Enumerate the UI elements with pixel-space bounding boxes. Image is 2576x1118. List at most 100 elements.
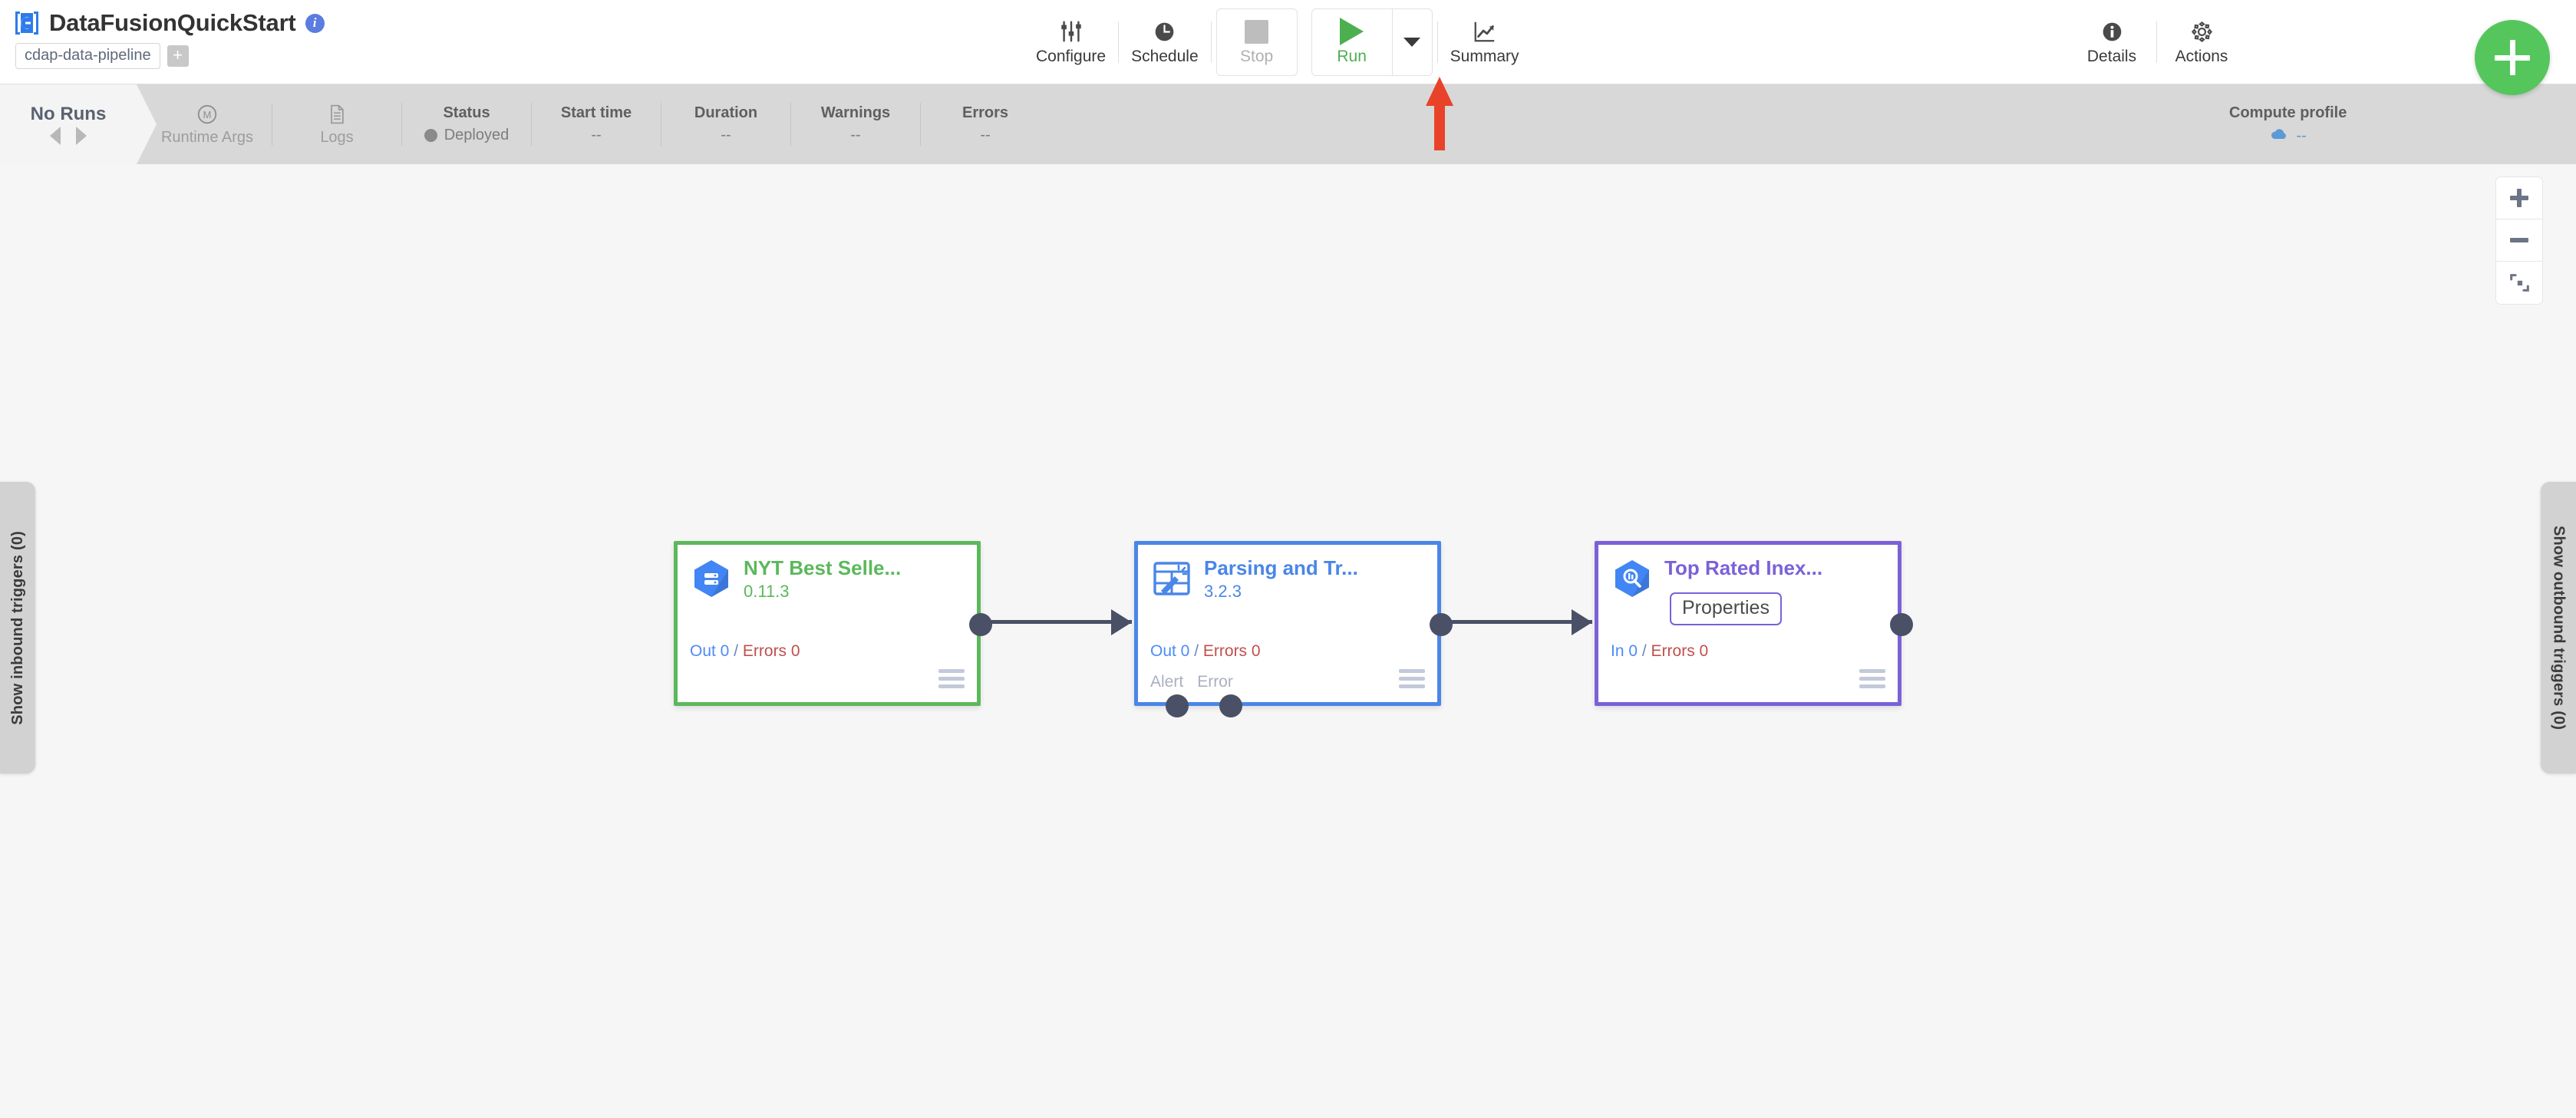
stop-button[interactable]: Stop bbox=[1217, 9, 1297, 75]
sliders-icon bbox=[1059, 18, 1084, 45]
node-version: 3.2.3 bbox=[1204, 581, 1242, 601]
node-name: NYT Best Selle... bbox=[744, 557, 902, 579]
properties-tooltip[interactable]: Properties bbox=[1670, 592, 1782, 625]
status-divider bbox=[920, 103, 921, 146]
node-version: 0.11.3 bbox=[744, 581, 790, 601]
macro-m-icon: M bbox=[196, 102, 219, 127]
node-alert-port[interactable] bbox=[1166, 694, 1189, 717]
details-button[interactable]: Details bbox=[2072, 9, 2152, 75]
toolbar-right-cluster: Details Actions bbox=[2072, 0, 2241, 84]
hamburger-menu-icon[interactable] bbox=[1859, 669, 1885, 688]
node-name: Top Rated Inex... bbox=[1664, 557, 1823, 579]
pipeline-node-sink[interactable]: Top Rated Inex... Properties In 0 / Erro… bbox=[1595, 541, 1913, 706]
node-metric-out: Out 0 bbox=[1150, 642, 1190, 660]
zoom-out-button[interactable] bbox=[2496, 219, 2542, 262]
status-field-duration: Duration -- bbox=[669, 84, 783, 164]
compute-profile-header: Compute profile bbox=[2229, 104, 2347, 121]
errors-value: -- bbox=[980, 127, 991, 143]
pipeline-node-source[interactable]: NYT Best Selle... 0.11.3 Out 0 / Errors … bbox=[674, 541, 992, 706]
status-field-warnings: Warnings -- bbox=[799, 84, 912, 164]
node-metric-sep: / bbox=[1189, 642, 1203, 660]
status-field-status: Status Deployed bbox=[410, 84, 523, 164]
node-name: Parsing and Tr... bbox=[1204, 557, 1358, 579]
pipeline-node-transform[interactable]: Parsing and Tr... 3.2.3 Out 0 / Errors 0… bbox=[1134, 541, 1453, 717]
runs-tab: No Runs bbox=[0, 84, 157, 164]
compute-profile[interactable]: Compute profile -- bbox=[2229, 84, 2347, 164]
add-tag-button[interactable]: + bbox=[167, 45, 189, 67]
node-metrics: In 0 / Errors 0 bbox=[1611, 642, 1708, 661]
warnings-header: Warnings bbox=[820, 104, 891, 121]
node-metric-sep: / bbox=[1638, 642, 1651, 660]
node-output-port[interactable] bbox=[969, 613, 992, 636]
inbound-triggers-label: Show inbound triggers (0) bbox=[8, 530, 26, 725]
compute-profile-value-row: -- bbox=[2270, 127, 2307, 145]
zoom-in-button[interactable] bbox=[2496, 177, 2542, 219]
fit-to-screen-button[interactable] bbox=[2496, 262, 2542, 304]
stop-square-icon bbox=[1245, 18, 1269, 45]
alert-port-label: Alert bbox=[1150, 673, 1184, 691]
node-metric-errors: Errors 0 bbox=[1202, 642, 1261, 660]
add-plugin-fab-button[interactable] bbox=[2475, 20, 2550, 95]
show-outbound-triggers-tab[interactable]: Show outbound triggers (0) bbox=[2541, 482, 2576, 773]
hamburger-menu-icon[interactable] bbox=[938, 669, 965, 688]
info-icon[interactable]: i bbox=[305, 13, 325, 33]
node-error-port[interactable] bbox=[1219, 694, 1242, 717]
node-header: NYT Best Selle... 0.11.3 bbox=[678, 545, 977, 601]
duration-value: -- bbox=[721, 127, 731, 143]
node-metric-sep: / bbox=[729, 642, 743, 660]
triangle-left-icon[interactable] bbox=[50, 127, 61, 145]
pipeline-studio-page: DataFusionQuickStart i cdap-data-pipelin… bbox=[0, 0, 2576, 1118]
node-output-port[interactable] bbox=[1890, 613, 1913, 636]
pipeline-canvas[interactable]: Show inbound triggers (0) Show outbound … bbox=[0, 164, 2576, 1118]
zoom-controls bbox=[2495, 176, 2543, 305]
node-title-group: Parsing and Tr... 3.2.3 bbox=[1204, 557, 1358, 601]
play-triangle-icon bbox=[1340, 18, 1364, 45]
logs-label: Logs bbox=[320, 129, 354, 146]
schedule-button[interactable]: Schedule bbox=[1123, 9, 1206, 75]
status-dot-icon bbox=[424, 129, 437, 142]
show-inbound-triggers-tab[interactable]: Show inbound triggers (0) bbox=[0, 482, 35, 773]
runs-nav-group bbox=[50, 127, 87, 145]
compute-profile-value: -- bbox=[2296, 127, 2307, 144]
pipeline-title-row: DataFusionQuickStart i bbox=[14, 6, 325, 40]
run-button[interactable]: Run bbox=[1312, 9, 1392, 75]
runtime-args-button[interactable]: M Runtime Args bbox=[150, 84, 264, 164]
status-divider bbox=[531, 103, 532, 146]
clock-icon bbox=[1153, 18, 1176, 45]
pipeline-meta-row: cdap-data-pipeline + bbox=[14, 43, 325, 69]
connection-line-1 bbox=[986, 620, 1132, 624]
logs-button[interactable]: Logs bbox=[280, 84, 394, 164]
node-title-group: NYT Best Selle... 0.11.3 bbox=[744, 557, 901, 601]
node-metric-in: In 0 bbox=[1611, 642, 1638, 660]
run-label: Run bbox=[1337, 48, 1367, 65]
connection-arrow-2 bbox=[1572, 609, 1592, 635]
bigquery-sink-icon bbox=[1611, 557, 1654, 600]
bigquery-source-icon bbox=[690, 557, 733, 600]
hamburger-menu-icon[interactable] bbox=[1399, 669, 1425, 688]
node-metric-errors: Errors 0 bbox=[742, 642, 800, 660]
triangle-right-icon[interactable] bbox=[76, 127, 87, 145]
node-metrics: Out 0 / Errors 0 bbox=[1150, 642, 1261, 661]
pipeline-type-chip[interactable]: cdap-data-pipeline bbox=[15, 43, 160, 69]
runs-count-label: No Runs bbox=[30, 104, 107, 124]
details-label: Details bbox=[2086, 48, 2137, 65]
configure-button[interactable]: Configure bbox=[1028, 9, 1113, 75]
pipeline-brand: DataFusionQuickStart i cdap-data-pipelin… bbox=[14, 6, 325, 69]
actions-label: Actions bbox=[2175, 48, 2228, 65]
errors-header: Errors bbox=[961, 104, 1009, 121]
svg-text:M: M bbox=[203, 109, 212, 120]
duration-header: Duration bbox=[694, 104, 758, 121]
summary-button[interactable]: Summary bbox=[1443, 9, 1527, 75]
connection-line-2 bbox=[1446, 620, 1592, 624]
run-button-box: Run bbox=[1311, 8, 1433, 76]
chevron-down-icon bbox=[1403, 38, 1421, 47]
status-divider bbox=[790, 103, 791, 146]
node-metric-errors: Errors 0 bbox=[1651, 642, 1709, 660]
status-badge: Deployed bbox=[424, 127, 509, 144]
run-dropdown-button[interactable] bbox=[1391, 9, 1432, 75]
cdap-logo-icon bbox=[14, 10, 40, 36]
actions-button[interactable]: Actions bbox=[2162, 9, 2241, 75]
top-toolbar: DataFusionQuickStart i cdap-data-pipelin… bbox=[0, 0, 2576, 95]
status-field-start-time: Start time -- bbox=[539, 84, 653, 164]
node-output-port[interactable] bbox=[1430, 613, 1453, 636]
